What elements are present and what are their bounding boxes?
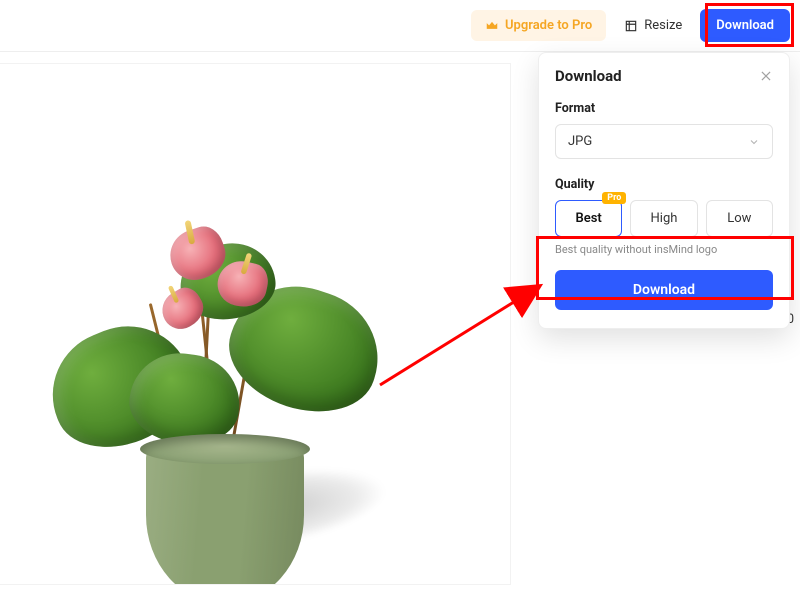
download-panel-header: Download bbox=[555, 67, 773, 85]
quality-option-best[interactable]: Pro Best bbox=[555, 200, 622, 237]
download-button-toolbar[interactable]: Download bbox=[700, 9, 790, 42]
crown-icon bbox=[485, 19, 499, 33]
format-select-value: JPG bbox=[568, 134, 592, 149]
chevron-down-icon bbox=[748, 136, 760, 148]
format-select[interactable]: JPG bbox=[555, 124, 773, 159]
resize-icon bbox=[624, 19, 638, 33]
download-panel-title: Download bbox=[555, 67, 622, 85]
quality-label: Quality bbox=[555, 177, 773, 192]
preview-image bbox=[60, 204, 440, 584]
format-label: Format bbox=[555, 101, 773, 116]
top-toolbar: Upgrade to Pro Resize Download bbox=[0, 0, 800, 52]
quality-hint: Best quality without insMind logo bbox=[555, 243, 773, 256]
upgrade-label: Upgrade to Pro bbox=[505, 18, 592, 33]
canvas-preview[interactable] bbox=[0, 64, 510, 584]
quality-best-label: Best bbox=[576, 211, 602, 226]
quality-options: Pro Best High Low bbox=[555, 200, 773, 237]
resize-label: Resize bbox=[644, 18, 682, 33]
resize-button[interactable]: Resize bbox=[616, 10, 690, 41]
download-panel: Download Format JPG Quality Pro Best Hig… bbox=[538, 52, 790, 329]
quality-option-high[interactable]: High bbox=[630, 200, 697, 237]
upgrade-to-pro-button[interactable]: Upgrade to Pro bbox=[471, 10, 606, 41]
quality-option-low[interactable]: Low bbox=[706, 200, 773, 237]
pro-badge: Pro bbox=[602, 192, 626, 204]
close-icon[interactable] bbox=[759, 69, 773, 83]
download-button-panel[interactable]: Download bbox=[555, 270, 773, 310]
